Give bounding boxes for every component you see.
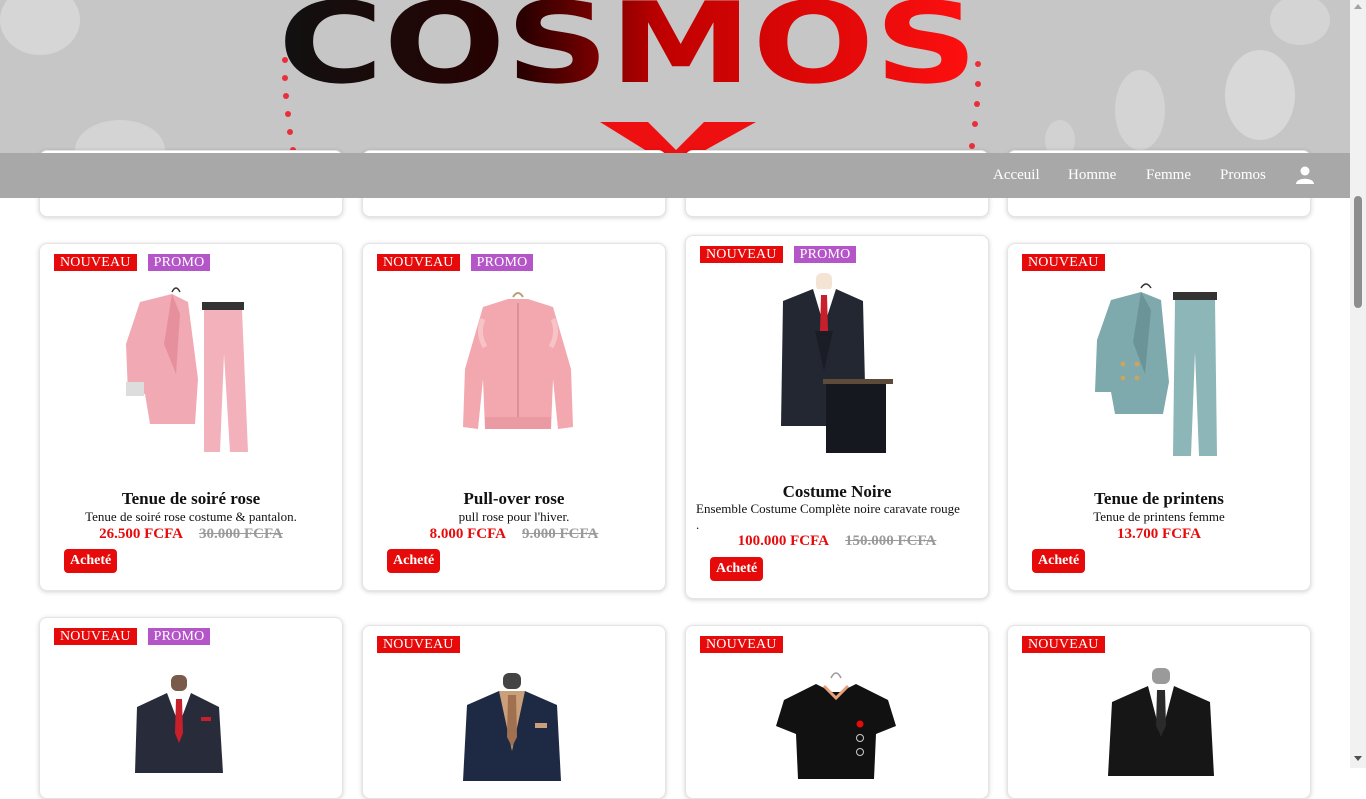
product-card: NOUVEAU [1007, 625, 1311, 799]
page-scrollbar[interactable] [1350, 0, 1366, 768]
pink-suit-image [126, 287, 248, 452]
product-title: Tenue de printens [1094, 489, 1224, 508]
product-old-price: 9.000 FCFA [522, 526, 599, 542]
product-card: NOUVEAU PROMO Pull-over rose pull rose p… [362, 243, 666, 591]
product-title: Costume Noire [782, 482, 892, 501]
product-title: Pull-over rose [463, 489, 565, 508]
product-card: NOUVEAU PROMO [39, 617, 343, 799]
nav-link-promos[interactable]: Promos [1220, 167, 1266, 184]
product-description: pull rose pour l'hiver. [458, 509, 570, 524]
banner-logo-image: COSMOS [0, 0, 1350, 153]
buy-button[interactable]: Acheté [1032, 549, 1086, 573]
new-badge: NOUVEAU [700, 636, 783, 653]
product-price: 13.700 FCFA [1117, 526, 1201, 542]
new-badge: NOUVEAU [1022, 636, 1105, 653]
buy-button[interactable]: Acheté [64, 549, 118, 573]
product-price: 26.500 FCFA [99, 526, 183, 542]
pink-jacket-image [463, 292, 573, 429]
main-navigation: Acceuil Homme Femme Promos [0, 153, 1350, 198]
nav-link-acceuil[interactable]: Acceuil [993, 167, 1040, 184]
scroll-up-arrow-icon[interactable] [1354, 4, 1362, 9]
product-title: Tenue de soiré rose [121, 489, 261, 508]
nav-link-femme[interactable]: Femme [1146, 167, 1191, 184]
new-badge: NOUVEAU [54, 254, 137, 271]
new-badge: NOUVEAU [377, 254, 460, 271]
teal-suit-image [1095, 283, 1217, 456]
black-suit-image [781, 273, 893, 453]
product-card: NOUVEAU Tenue de printens Tenue de print… [1007, 243, 1311, 591]
price-row: 26.500 FCFA 30.000 FCFA [40, 526, 342, 543]
user-account-icon[interactable] [1295, 165, 1315, 185]
new-badge: NOUVEAU [54, 628, 137, 645]
product-description: Tenue de printens femme [1093, 509, 1225, 524]
scrollbar-thumb[interactable] [1354, 196, 1362, 308]
navy-suit-image [135, 675, 223, 773]
promo-badge: PROMO [793, 246, 857, 263]
promo-badge: PROMO [147, 254, 211, 271]
black-tshirt-image [776, 672, 896, 779]
product-description: Ensemble Costume Complète noire caravate… [696, 501, 960, 532]
new-badge: NOUVEAU [700, 246, 783, 263]
product-description: Tenue de soiré rose costume & pantalon. [85, 509, 297, 524]
product-card: NOUVEAU PROMO Tenue de soiré rose Tenue … [39, 243, 343, 591]
product-price: 8.000 FCFA [429, 526, 506, 542]
product-card: NOUVEAU [362, 625, 666, 799]
nav-link-homme[interactable]: Homme [1068, 167, 1116, 184]
promo-badge: PROMO [470, 254, 534, 271]
price-row: 100.000 FCFA 150.000 FCFA [686, 533, 988, 550]
product-card: NOUVEAU PROMO Costume Noire Ensemble Cos… [685, 235, 989, 599]
product-old-price: 150.000 FCFA [845, 533, 937, 549]
price-row: 8.000 FCFA 9.000 FCFA [363, 526, 665, 543]
hero-banner: COSMOS [0, 0, 1350, 153]
promo-badge: PROMO [147, 628, 211, 645]
buy-button[interactable]: Acheté [710, 557, 764, 581]
buy-button[interactable]: Acheté [387, 549, 441, 573]
navy-suit-vest-image [463, 673, 561, 781]
svg-text:COSMOS: COSMOS [278, 0, 978, 109]
new-badge: NOUVEAU [1022, 254, 1105, 271]
product-price: 100.000 FCFA [737, 533, 829, 549]
product-card: NOUVEAU [685, 625, 989, 799]
black-suit-gray-image [1108, 668, 1214, 776]
product-old-price: 30.000 FCFA [199, 526, 283, 542]
price-row: 13.700 FCFA [1008, 526, 1310, 543]
new-badge: NOUVEAU [377, 636, 460, 653]
scroll-down-arrow-icon[interactable] [1354, 756, 1362, 761]
